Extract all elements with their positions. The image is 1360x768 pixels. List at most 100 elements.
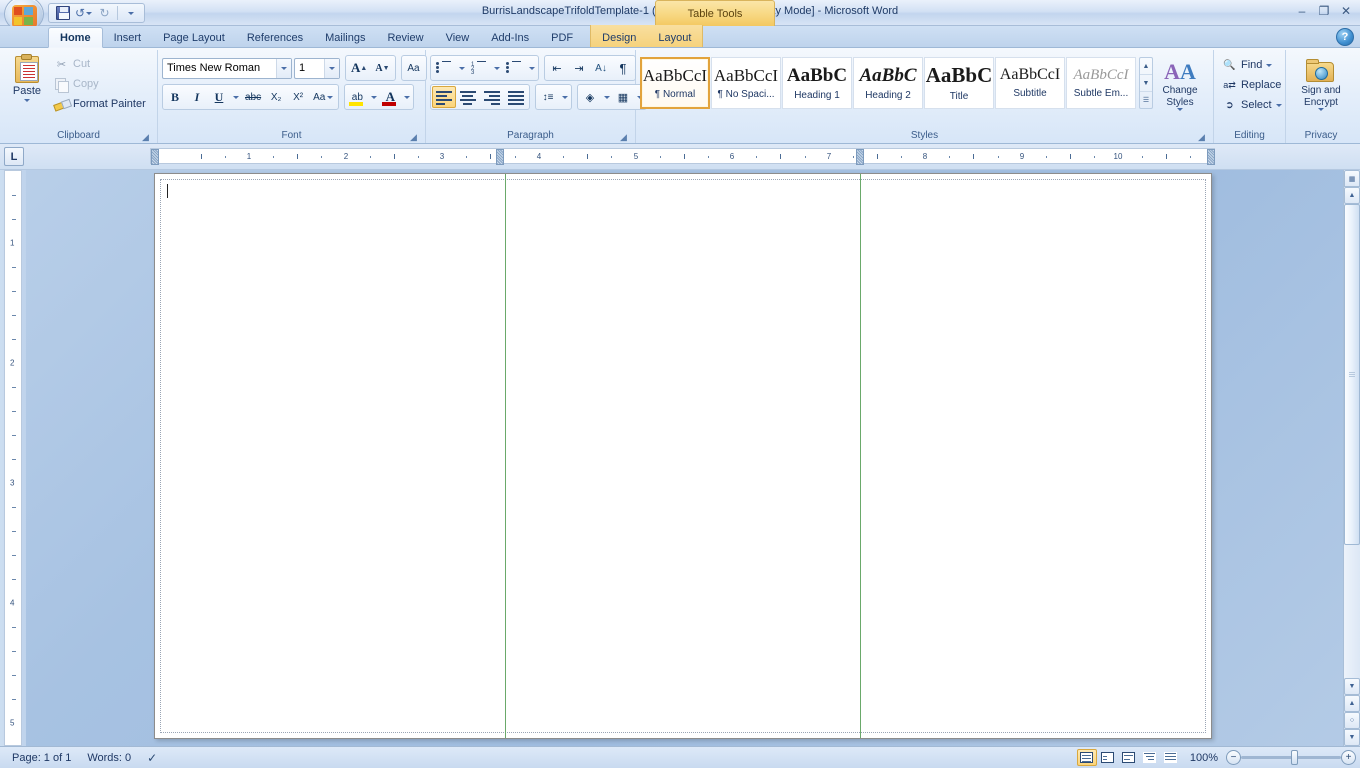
find-dropdown-icon[interactable] (1266, 63, 1273, 67)
select-dropdown-icon[interactable] (1275, 103, 1282, 107)
horizontal-ruler[interactable]: 1 2 3 4 5 6 7 8 9 10 (150, 148, 1215, 165)
tab-view[interactable]: View (435, 27, 481, 48)
proofing-status-button[interactable]: ✓ (139, 749, 171, 767)
highlight-dropdown-icon[interactable] (368, 86, 379, 108)
paragraph-dialog-launcher-icon[interactable]: ◢ (618, 131, 629, 142)
tab-review[interactable]: Review (376, 27, 434, 48)
find-button[interactable]: 🔍 Find (1218, 55, 1276, 75)
vertical-scrollbar[interactable]: ▦ ▲ ▼ ▲ ○ ▼ (1343, 170, 1360, 746)
minimize-button[interactable]: – (1292, 3, 1312, 19)
superscript-button[interactable]: X² (287, 86, 309, 108)
view-full-screen-reading-button[interactable] (1098, 749, 1118, 766)
font-size-dropdown-icon[interactable] (324, 58, 339, 78)
sort-button[interactable]: A↓ (590, 57, 612, 79)
bullets-button[interactable] (432, 57, 456, 79)
zoom-level[interactable]: 100% (1182, 752, 1226, 764)
tab-stop-selector[interactable]: L (4, 147, 24, 166)
zoom-slider[interactable]: − + (1226, 750, 1356, 765)
style-item-title[interactable]: AaBbC Title (924, 57, 994, 109)
page-indicator[interactable]: Page: 1 of 1 (4, 749, 79, 767)
change-styles-dropdown-icon[interactable] (1177, 108, 1183, 111)
align-right-button[interactable] (480, 86, 504, 108)
styles-dialog-launcher-icon[interactable]: ◢ (1196, 131, 1207, 142)
increase-indent-button[interactable]: ⇥ (568, 57, 590, 79)
right-margin-marker-icon[interactable] (1207, 149, 1215, 165)
align-center-button[interactable] (456, 86, 480, 108)
sign-and-encrypt-button[interactable]: Sign and Encrypt (1290, 54, 1352, 124)
select-browse-object-button[interactable]: ○ (1344, 712, 1360, 729)
style-item-subtitle[interactable]: AaBbCcI Subtitle (995, 57, 1065, 109)
font-color-button[interactable]: A (379, 86, 401, 108)
numbering-button[interactable]: 123 (467, 57, 491, 79)
zoom-out-button[interactable]: − (1226, 750, 1241, 765)
clear-formatting-button[interactable]: Aa (403, 57, 425, 79)
change-case-button[interactable]: Aa (309, 86, 337, 108)
clipboard-dialog-launcher-icon[interactable]: ◢ (140, 131, 151, 142)
align-left-button[interactable] (432, 86, 456, 108)
line-spacing-dropdown-icon[interactable] (559, 86, 570, 108)
next-page-button[interactable]: ▼ (1344, 729, 1360, 746)
style-item-normal[interactable]: AaBbCcI ¶ Normal (640, 57, 710, 109)
left-margin-marker-icon[interactable] (151, 149, 159, 165)
style-item-subtle-emphasis[interactable]: AaBbCcI Subtle Em... (1066, 57, 1136, 109)
paste-button-label[interactable]: Paste (13, 85, 41, 97)
style-item-heading-1[interactable]: AaBbC Heading 1 (782, 57, 852, 109)
scroll-split-button[interactable]: ▦ (1344, 170, 1360, 187)
text-highlight-button[interactable]: ab (346, 86, 368, 108)
borders-button[interactable]: ▦ (612, 86, 634, 108)
column-marker-icon[interactable] (496, 149, 504, 165)
restore-button[interactable]: ❐ (1314, 3, 1334, 19)
tab-pdf[interactable]: PDF (540, 27, 584, 48)
scroll-thumb[interactable] (1344, 204, 1360, 546)
underline-dropdown-icon[interactable] (230, 86, 241, 108)
strikethrough-button[interactable]: abc (241, 86, 265, 108)
scroll-down-button[interactable]: ▼ (1344, 678, 1360, 695)
cut-button[interactable]: ✂ Cut (50, 54, 150, 74)
multilevel-list-button[interactable] (502, 57, 526, 79)
word-count[interactable]: Words: 0 (79, 749, 139, 767)
view-draft-button[interactable] (1161, 749, 1181, 766)
shading-dropdown-icon[interactable] (601, 86, 612, 108)
zoom-in-button[interactable]: + (1341, 750, 1356, 765)
tab-mailings[interactable]: Mailings (314, 27, 376, 48)
font-size-combo[interactable]: 1 (294, 57, 340, 79)
previous-page-button[interactable]: ▲ (1344, 695, 1360, 712)
tab-home[interactable]: Home (48, 27, 103, 48)
change-styles-button[interactable]: AA Change Styles (1153, 57, 1207, 127)
view-print-layout-button[interactable] (1076, 749, 1097, 766)
shading-button[interactable]: ◈ (579, 86, 601, 108)
justify-button[interactable] (504, 86, 528, 108)
select-button[interactable]: ➲ Select (1218, 95, 1286, 115)
zoom-thumb[interactable] (1291, 750, 1298, 765)
view-outline-button[interactable] (1140, 749, 1160, 766)
decrease-indent-button[interactable]: ⇤ (546, 57, 568, 79)
document-page[interactable] (154, 173, 1212, 739)
underline-button[interactable]: U (208, 86, 230, 108)
gallery-scroll-down-icon[interactable]: ▼ (1140, 75, 1152, 92)
font-name-combo[interactable]: Times New Roman (162, 57, 292, 79)
view-web-layout-button[interactable] (1119, 749, 1139, 766)
tab-references[interactable]: References (236, 27, 314, 48)
vertical-ruler[interactable]: 1 2 3 4 5 (4, 170, 22, 746)
scroll-track[interactable] (1344, 204, 1360, 678)
bullets-dropdown-icon[interactable] (456, 57, 467, 79)
grow-font-button[interactable]: A ▲ (347, 57, 371, 79)
shrink-font-button[interactable]: A ▼ (371, 57, 393, 79)
close-button[interactable]: ✕ (1336, 3, 1356, 19)
tab-design[interactable]: Design (591, 27, 647, 48)
column-marker-2-icon[interactable] (856, 149, 864, 165)
scroll-up-button[interactable]: ▲ (1344, 187, 1360, 204)
document-canvas[interactable] (26, 170, 1343, 746)
copy-button[interactable]: Copy (50, 74, 150, 94)
gallery-scroll-up-icon[interactable]: ▲ (1140, 58, 1152, 75)
font-name-dropdown-icon[interactable] (276, 58, 291, 78)
tab-insert[interactable]: Insert (103, 27, 153, 48)
help-icon[interactable]: ? (1336, 28, 1354, 46)
replace-button[interactable]: a⇄ Replace (1218, 75, 1285, 95)
paste-dropdown-icon[interactable] (24, 99, 30, 102)
font-color-dropdown-icon[interactable] (401, 86, 412, 108)
tab-add-ins[interactable]: Add-Ins (480, 27, 540, 48)
style-item-heading-2[interactable]: AaBbC Heading 2 (853, 57, 923, 109)
format-painter-button[interactable]: Format Painter (50, 94, 150, 114)
style-item-no-spacing[interactable]: AaBbCcI ¶ No Spaci... (711, 57, 781, 109)
